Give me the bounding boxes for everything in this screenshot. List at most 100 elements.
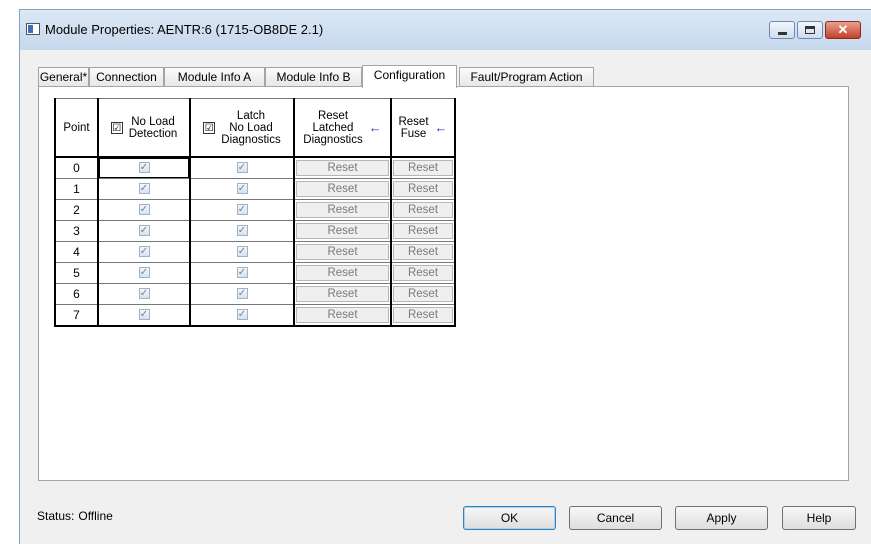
no-load-detection-cell[interactable]: ✓ [97,178,191,200]
header-reset-latched-label: Reset Latched Diagnostics [303,109,363,146]
point-cell: 4 [54,241,99,263]
window-icon[interactable] [26,23,40,35]
no-load-detection-checkbox[interactable]: ✓ [138,288,150,300]
reset-fuse-button[interactable]: Reset [393,181,453,197]
no-load-detection-cell[interactable]: ✓ [97,156,191,179]
point-cell: 2 [54,199,99,221]
reset-fuse-cell: Reset [390,220,456,242]
no-load-detection-cell[interactable]: ✓ [97,304,191,327]
header-no-load-detection[interactable]: ☑ No Load Detection [97,98,191,158]
header-reset-fuse-label: Reset Fuse [398,115,429,140]
tab-connection[interactable]: Connection [89,67,164,87]
no-load-detection-checkbox[interactable]: ✓ [138,204,150,216]
table-row: 2 ✓ ✓ Reset Reset [54,199,456,221]
latch-cell[interactable]: ✓ [189,241,295,263]
select-all-checkbox-icon[interactable]: ☑ [110,121,123,134]
reset-fuse-cell: Reset [390,178,456,200]
tab-module-info-a[interactable]: Module Info A [164,67,265,87]
reset-fuse-cell: Reset [390,156,456,179]
reset-latched-button[interactable]: Reset [296,265,389,281]
reset-latched-cell: Reset [293,262,392,284]
window-title: Module Properties: AENTR:6 (1715-OB8DE 2… [45,22,324,37]
no-load-detection-checkbox[interactable]: ✓ [138,246,150,258]
reset-latched-cell: Reset [293,178,392,200]
header-latch-no-load-diagnostics[interactable]: ☑ Latch No Load Diagnostics [189,98,295,158]
tab-module-info-b[interactable]: Module Info B [265,67,362,87]
latch-cell[interactable]: ✓ [189,262,295,284]
point-cell: 5 [54,262,99,284]
point-value: 6 [73,287,80,301]
table-row: 1 ✓ ✓ Reset Reset [54,178,456,200]
latch-cell[interactable]: ✓ [189,283,295,305]
latch-cell[interactable]: ✓ [189,178,295,200]
status-label: Status: [37,509,75,523]
no-load-detection-cell[interactable]: ✓ [97,220,191,242]
latch-cell[interactable]: ✓ [189,220,295,242]
reset-fuse-button[interactable]: Reset [393,160,453,176]
latch-cell[interactable]: ✓ [189,156,295,179]
reset-latched-button[interactable]: Reset [296,223,389,239]
apply-button[interactable]: Apply [675,506,768,530]
no-load-detection-checkbox[interactable]: ✓ [138,225,150,237]
no-load-detection-checkbox[interactable]: ✓ [138,162,150,174]
reset-fuse-button[interactable]: Reset [393,307,453,323]
reset-fuse-button[interactable]: Reset [393,265,453,281]
header-point-label: Point [63,121,90,134]
reset-latched-button[interactable]: Reset [296,160,389,176]
point-cell: 0 [54,156,99,179]
module-properties-window: Module Properties: AENTR:6 (1715-OB8DE 2… [19,9,871,544]
latch-diagnostics-checkbox[interactable]: ✓ [236,309,248,321]
table-row: 5 ✓ ✓ Reset Reset [54,262,456,284]
latch-diagnostics-checkbox[interactable]: ✓ [236,204,248,216]
reset-fuse-button[interactable]: Reset [393,244,453,260]
reset-fuse-button[interactable]: Reset [393,286,453,302]
title-bar[interactable]: Module Properties: AENTR:6 (1715-OB8DE 2… [20,10,871,50]
latch-diagnostics-checkbox[interactable]: ✓ [236,183,248,195]
no-load-detection-cell[interactable]: ✓ [97,199,191,221]
table-row: 6 ✓ ✓ Reset Reset [54,283,456,305]
ok-button[interactable]: OK [463,506,556,530]
latch-cell[interactable]: ✓ [189,199,295,221]
close-button[interactable]: ✕ [825,21,861,39]
tab-configuration[interactable]: Configuration [362,65,457,88]
close-icon: ✕ [837,22,849,37]
reset-latched-button[interactable]: Reset [296,202,389,218]
latch-diagnostics-checkbox[interactable]: ✓ [236,288,248,300]
cancel-button[interactable]: Cancel [569,506,662,530]
reset-latched-button[interactable]: Reset [296,181,389,197]
maximize-button[interactable] [797,21,823,39]
table-row: 7 ✓ ✓ Reset Reset [54,304,456,327]
tab-general[interactable]: General* [38,67,89,87]
point-value: 5 [73,266,80,280]
reset-fuse-button[interactable]: Reset [393,202,453,218]
help-button[interactable]: Help [782,506,856,530]
reset-fuse-cell: Reset [390,262,456,284]
latch-diagnostics-checkbox[interactable]: ✓ [236,267,248,279]
table-row: 0 ✓ ✓ Reset Reset [54,156,456,179]
point-value: 0 [73,161,80,175]
minimize-icon [778,32,787,35]
minimize-button[interactable] [769,21,795,39]
point-cell: 7 [54,304,99,327]
tab-fault-program-action[interactable]: Fault/Program Action [459,67,594,87]
latch-diagnostics-checkbox[interactable]: ✓ [236,162,248,174]
point-cell: 1 [54,178,99,200]
latch-diagnostics-checkbox[interactable]: ✓ [236,246,248,258]
latch-cell[interactable]: ✓ [189,304,295,327]
no-load-detection-checkbox[interactable]: ✓ [138,267,150,279]
reset-latched-button[interactable]: Reset [296,244,389,260]
point-cell: 6 [54,283,99,305]
table-row: 4 ✓ ✓ Reset Reset [54,241,456,263]
no-load-detection-cell[interactable]: ✓ [97,283,191,305]
reset-latched-button[interactable]: Reset [296,307,389,323]
point-cell: 3 [54,220,99,242]
no-load-detection-checkbox[interactable]: ✓ [138,309,150,321]
no-load-detection-cell[interactable]: ✓ [97,241,191,263]
reset-latched-button[interactable]: Reset [296,286,389,302]
select-all-checkbox-icon[interactable]: ☑ [203,121,216,134]
no-load-detection-checkbox[interactable]: ✓ [138,183,150,195]
latch-diagnostics-checkbox[interactable]: ✓ [236,225,248,237]
no-load-detection-cell[interactable]: ✓ [97,262,191,284]
reset-fuse-cell: Reset [390,199,456,221]
reset-fuse-button[interactable]: Reset [393,223,453,239]
